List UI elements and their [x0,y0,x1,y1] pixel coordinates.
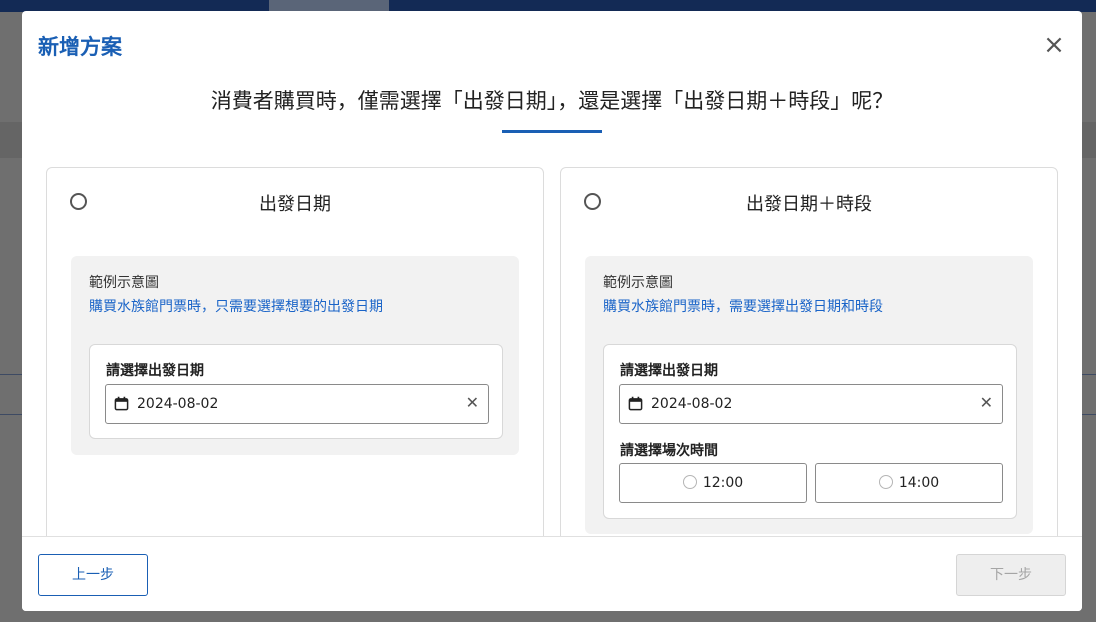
example-label: 範例示意圖 [603,275,673,291]
clear-icon[interactable]: ✕ [980,393,993,412]
option-title: 出發日期 [259,194,331,215]
next-step-button[interactable]: 下一步 [956,554,1066,596]
question-text: 消費者購買時，僅需選擇「出發日期」，還是選擇「出發日期＋時段」呢？ [210,89,894,113]
option-card-date-only[interactable]: 出發日期 範例示意圖 購買水族館門票時，只需要選擇想要的出發日期 請選擇出發日期… [46,167,544,567]
close-icon[interactable]: × [1042,32,1066,58]
example-preview: 範例示意圖 購買水族館門票時，需要選擇出發日期和時段 請選擇出發日期 2024-… [585,256,1033,534]
modal-title: 新增方案 [38,35,122,59]
session-time-label: 請選擇場次時間 [620,443,718,459]
example-label: 範例示意圖 [89,275,159,291]
modal-footer: 上一步 下一步 [22,536,1082,611]
time-slot-label: 12:00 [702,475,744,491]
slot-radio-icon [878,475,893,489]
date-input[interactable]: 2024-08-02 ✕ [619,384,1003,424]
calendar-icon [628,396,643,411]
option-card-date-and-time[interactable]: 出發日期＋時段 範例示意圖 購買水族館門票時，需要選擇出發日期和時段 請選擇出發… [560,167,1058,567]
time-slot-label: 14:00 [898,475,940,491]
add-plan-modal: 新增方案 × 消費者購買時，僅需選擇「出發日期」，還是選擇「出發日期＋時段」呢？… [22,11,1082,611]
date-input[interactable]: 2024-08-02 ✕ [105,384,489,424]
slot-radio-icon [682,475,697,489]
option-title: 出發日期＋時段 [746,194,872,215]
date-value: 2024-08-02 [651,396,733,412]
date-picker-label: 請選擇出發日期 [620,363,718,379]
date-value: 2024-08-02 [137,396,219,412]
example-description: 購買水族館門票時，需要選擇出發日期和時段 [603,299,883,315]
date-picker-label: 請選擇出發日期 [106,363,204,379]
example-preview: 範例示意圖 購買水族館門票時，只需要選擇想要的出發日期 請選擇出發日期 2024… [71,256,519,455]
clear-icon[interactable]: ✕ [466,393,479,412]
example-picker-panel: 請選擇出發日期 2024-08-02 ✕ [89,344,503,439]
question-underline [502,130,602,133]
time-slot-button[interactable]: 14:00 [815,463,1003,503]
time-slot-button[interactable]: 12:00 [619,463,807,503]
example-description: 購買水族館門票時，只需要選擇想要的出發日期 [89,299,383,315]
example-picker-panel: 請選擇出發日期 2024-08-02 ✕ 請選擇場次時間 12:00 14:00 [603,344,1017,519]
previous-step-button[interactable]: 上一步 [38,554,148,596]
calendar-icon [114,396,129,411]
